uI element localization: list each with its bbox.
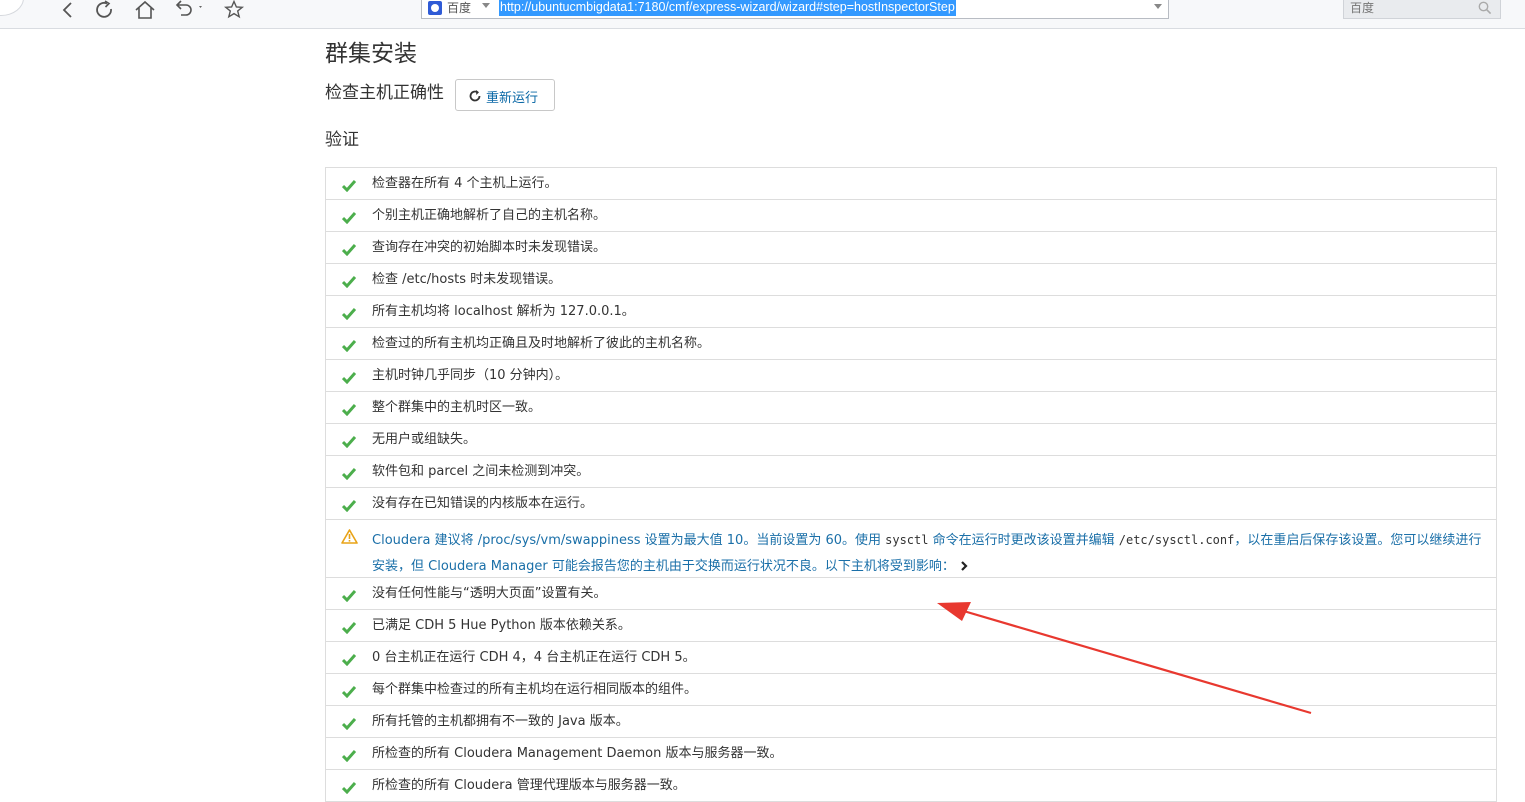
check-icon: [341, 465, 357, 481]
page-title: 群集安装: [325, 41, 417, 67]
address-bar[interactable]: 百度 http://ubuntucmbigdata1:7180/cmf/expr…: [421, 0, 1169, 19]
check-icon: [341, 305, 357, 321]
undo-close-tab-icon[interactable]: [172, 0, 206, 20]
validation-row: 没有任何性能与“透明大页面”设置有关。: [326, 578, 1496, 610]
check-icon: [341, 587, 357, 603]
validation-row-text: 软件包和 parcel 之间未检测到冲突。: [372, 464, 590, 479]
validation-row: 查询存在冲突的初始脚本时未发现错误。: [326, 232, 1496, 264]
url-text[interactable]: http://ubuntucmbigdata1:7180/cmf/express…: [499, 0, 956, 16]
validation-row: 所检查的所有 Cloudera Management Daemon 版本与服务器…: [326, 738, 1496, 770]
validation-row: 所有主机均将 localhost 解析为 127.0.0.1。: [326, 296, 1496, 328]
check-icon: [341, 337, 357, 353]
search-engine-name[interactable]: 百度: [447, 0, 471, 16]
warning-text-part: 命令在运行时更改该设置并编辑: [928, 533, 1119, 548]
validation-row: 检查器在所有 4 个主机上运行。: [326, 168, 1496, 200]
validation-row-text: 0 台主机正在运行 CDH 4，4 台主机正在运行 CDH 5。: [372, 650, 696, 665]
check-icon: [341, 433, 357, 449]
browser-search-input[interactable]: [1350, 0, 1470, 16]
section-title: 验证: [325, 130, 359, 150]
refresh-icon: [468, 89, 482, 103]
validation-row: 已满足 CDH 5 Hue Python 版本依赖关系。: [326, 610, 1496, 642]
search-icon[interactable]: [1478, 0, 1492, 15]
validation-row: 0 台主机正在运行 CDH 4，4 台主机正在运行 CDH 5。: [326, 642, 1496, 674]
validation-row-text: 检查 /etc/hosts 时未发现错误。: [372, 272, 562, 287]
check-icon: [341, 369, 357, 385]
validation-row-text: Cloudera 建议将 /proc/sys/vm/swappiness 设置为…: [372, 527, 1482, 580]
validation-row: 整个群集中的主机时区一致。: [326, 392, 1496, 424]
check-icon: [341, 241, 357, 257]
browser-toolbar: 百度 http://ubuntucmbigdata1:7180/cmf/expr…: [0, 0, 1525, 29]
validation-row-text: 没有任何性能与“透明大页面”设置有关。: [372, 586, 607, 601]
validation-row-text: 所有托管的主机都拥有不一致的 Java 版本。: [372, 714, 629, 729]
home-icon[interactable]: [133, 0, 157, 20]
validation-row-text: 没有存在已知错误的内核版本在运行。: [372, 496, 594, 511]
check-icon: [341, 497, 357, 513]
warning-text-part: Cloudera 建议将 /proc/sys/vm/swappiness 设置为…: [372, 533, 886, 548]
check-icon: [341, 715, 357, 731]
validation-row: 主机时钟几乎同步（10 分钟内）。: [326, 360, 1496, 392]
validation-row: 个别主机正确地解析了自己的主机名称。: [326, 200, 1496, 232]
page-subtitle: 检查主机正确性: [325, 83, 444, 103]
check-icon: [341, 651, 357, 667]
check-icon: [341, 779, 357, 795]
sysctl-command: sysctl: [885, 533, 929, 547]
browser-logo: [0, 0, 24, 16]
validation-row-text: 个别主机正确地解析了自己的主机名称。: [372, 208, 607, 223]
validation-row-text: 每个群集中检查过的所有主机均在运行相同版本的组件。: [372, 682, 698, 697]
check-icon: [341, 683, 357, 699]
validation-row: 每个群集中检查过的所有主机均在运行相同版本的组件。: [326, 674, 1496, 706]
refresh-icon[interactable]: [93, 0, 117, 20]
search-engine-icon[interactable]: [428, 1, 442, 15]
check-icon: [341, 177, 357, 193]
validation-row-text: 检查器在所有 4 个主机上运行。: [372, 176, 558, 191]
browser-search-box[interactable]: [1343, 0, 1501, 19]
validation-row-text: 查询存在冲突的初始脚本时未发现错误。: [372, 240, 607, 255]
validation-row-text: 主机时钟几乎同步（10 分钟内）。: [372, 368, 569, 383]
validation-row: 检查 /etc/hosts 时未发现错误。: [326, 264, 1496, 296]
validation-row-text: 所有主机均将 localhost 解析为 127.0.0.1。: [372, 304, 635, 319]
rerun-button[interactable]: 重新运行: [455, 79, 555, 111]
validation-row: Cloudera 建议将 /proc/sys/vm/swappiness 设置为…: [326, 520, 1496, 578]
validation-row-text: 检查过的所有主机均正确且及时地解析了彼此的主机名称。: [372, 336, 711, 351]
validation-row-text: 整个群集中的主机时区一致。: [372, 400, 542, 415]
validation-row-text: 所检查的所有 Cloudera 管理代理版本与服务器一致。: [372, 778, 686, 793]
favorite-star-icon[interactable]: [222, 0, 246, 20]
validation-row: 无用户或组缺失。: [326, 424, 1496, 456]
check-icon: [341, 273, 357, 289]
validation-results: 检查器在所有 4 个主机上运行。个别主机正确地解析了自己的主机名称。 查询存在冲突…: [325, 167, 1497, 802]
check-icon: [341, 747, 357, 763]
sysctl-conf-path: /etc/sysctl.conf: [1118, 533, 1235, 547]
validation-row: 软件包和 parcel 之间未检测到冲突。: [326, 456, 1496, 488]
chevron-right-icon[interactable]: [959, 555, 969, 571]
validation-row: 所检查的所有 Cloudera 管理代理版本与服务器一致。: [326, 770, 1496, 802]
validation-row-text: 无用户或组缺失。: [372, 432, 477, 447]
validation-row: 没有存在已知错误的内核版本在运行。: [326, 488, 1496, 520]
back-icon[interactable]: [56, 0, 80, 20]
validation-row-text: 已满足 CDH 5 Hue Python 版本依赖关系。: [372, 618, 631, 633]
check-icon: [341, 401, 357, 417]
history-dropdown-icon[interactable]: [1154, 4, 1162, 9]
rerun-button-label: 重新运行: [486, 90, 539, 105]
check-icon: [341, 209, 357, 225]
chevron-down-icon[interactable]: [482, 3, 490, 8]
warning-icon: [341, 529, 358, 544]
validation-row: 所有托管的主机都拥有不一致的 Java 版本。: [326, 706, 1496, 738]
validation-row-text: 所检查的所有 Cloudera Management Daemon 版本与服务器…: [372, 746, 783, 761]
check-icon: [341, 619, 357, 635]
validation-row: 检查过的所有主机均正确且及时地解析了彼此的主机名称。: [326, 328, 1496, 360]
